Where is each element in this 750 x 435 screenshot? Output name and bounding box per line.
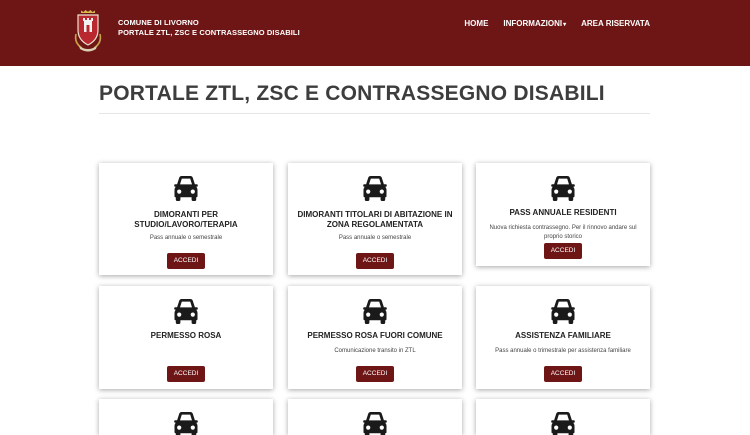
nav-home[interactable]: HOME [464,19,488,28]
card-description: Comunicazione transito in ZTL [334,348,416,354]
card-assistenza-familiare: ASSISTENZA FAMILIARE Pass annuale o trim… [476,286,650,389]
card-permesso-rosa-fuori-comune: PERMESSO ROSA FUORI COMUNE Comunicazione… [288,286,462,389]
page-title: PORTALE ZTL, ZSC E CONTRASSEGNO DISABILI [99,82,605,105]
car-icon [172,174,200,202]
card-dimoranti-titolari-abitazione: DIMORANTI TITOLARI DI ABITAZIONE IN ZONA… [288,163,462,275]
title-divider [99,113,650,114]
car-icon [172,410,200,435]
accedi-button[interactable]: ACCEDI [356,253,394,269]
card-title: PERMESSO ROSA FUORI COMUNE [307,331,443,340]
card-row3-left [99,399,273,435]
card-title: ASSISTENZA FAMILIARE [515,331,611,340]
card-description: Pass annuale o semestrale [338,235,412,241]
comune-livorno-crest-logo[interactable] [72,10,104,54]
nav-informazioni-label: INFORMAZIONI [503,19,563,28]
nav-area-riservata[interactable]: AREA RISERVATA [581,19,650,28]
card-description: Pass annuale o semestrale [149,235,223,241]
car-icon [361,410,389,435]
brand-line-city: COMUNE DI LIVORNO [118,18,199,27]
card-row3-right [476,399,650,435]
card-description: Pass annuale o trimestrale per assistenz… [495,348,631,354]
car-icon [549,297,577,325]
car-icon [361,174,389,202]
accedi-button[interactable]: ACCEDI [356,366,394,382]
car-icon [361,297,389,325]
card-dimoranti-studio-lavoro: DIMORANTI PER STUDIO/LAVORO/TERAPIA Pass… [99,163,273,275]
card-row3-middle [288,399,462,435]
card-title: DIMORANTI TITOLARI DI ABITAZIONE IN ZONA… [297,210,453,229]
accedi-button[interactable]: ACCEDI [167,253,205,269]
top-navbar: COMUNE DI LIVORNO PORTALE ZTL, ZSC E CON… [0,0,750,66]
accedi-button[interactable]: ACCEDI [544,243,582,259]
card-description: Nuova richiesta contrassegno. Per il rin… [489,225,637,240]
brand-line-portal: PORTALE ZTL, ZSC E CONTRASSEGNO DISABILI [118,28,300,37]
main-nav: HOME INFORMAZIONI▾ AREA RISERVATA [464,19,650,28]
card-title: PASS ANNUALE RESIDENTI [509,208,617,217]
brand-title[interactable]: COMUNE DI LIVORNO PORTALE ZTL, ZSC E CON… [118,18,300,38]
card-pass-annuale-residenti: PASS ANNUALE RESIDENTI Nuova richiesta c… [476,163,650,266]
car-icon [172,297,200,325]
accedi-button[interactable]: ACCEDI [544,366,582,382]
caret-down-icon: ▾ [563,22,567,28]
card-title: PERMESSO ROSA [150,331,222,340]
nav-informazioni-dropdown[interactable]: INFORMAZIONI▾ [503,19,566,28]
accedi-button[interactable]: ACCEDI [167,366,205,382]
car-icon [549,410,577,435]
card-permesso-rosa: PERMESSO ROSA ACCEDI [99,286,273,389]
car-icon [549,174,577,202]
card-title: DIMORANTI PER STUDIO/LAVORO/TERAPIA [134,210,238,229]
